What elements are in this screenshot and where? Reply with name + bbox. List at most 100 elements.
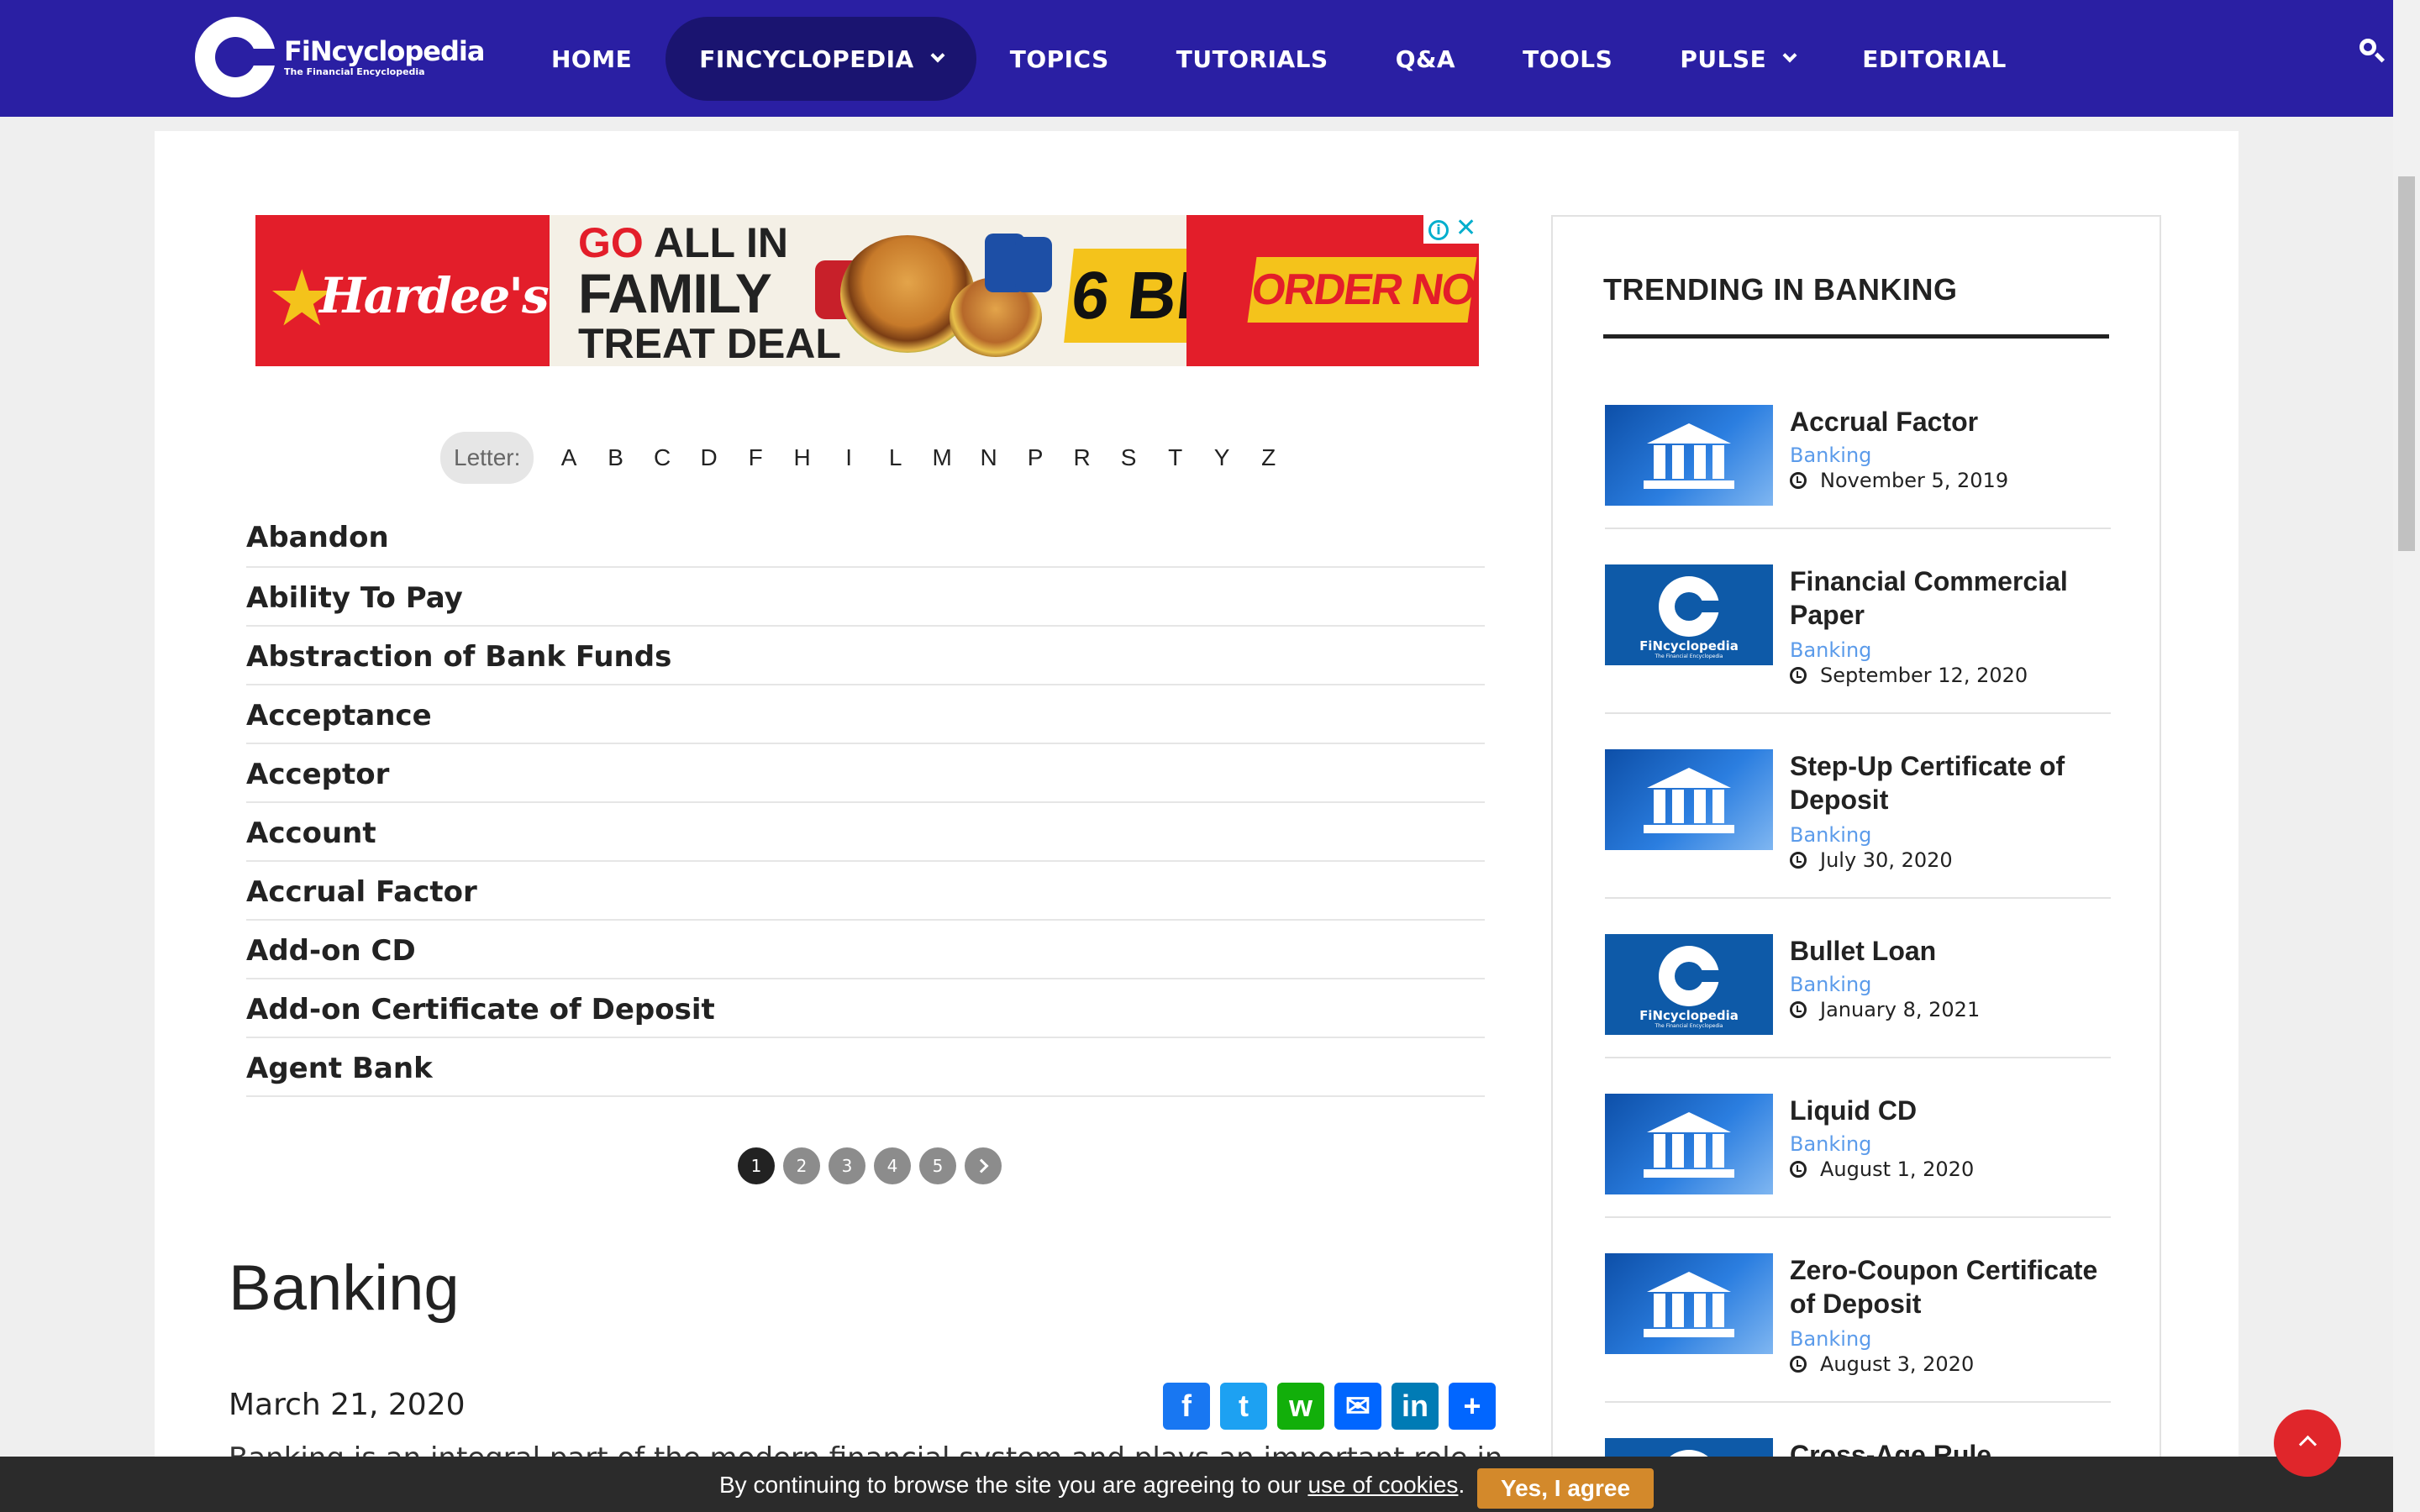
letter-filter-d[interactable]: D [686,444,733,471]
nav-item-tools[interactable]: TOOLS [1489,17,1646,101]
letter-filter-y[interactable]: Y [1198,444,1245,471]
cookie-policy-link[interactable]: use of cookies [1307,1472,1458,1498]
page-button-3[interactable]: 3 [829,1147,865,1184]
trending-category[interactable]: Banking [1790,1132,1871,1156]
info-icon[interactable]: i [1428,220,1449,240]
trending-category[interactable]: Banking [1790,973,1871,996]
trending-item[interactable]: Step-Up Certificate of Deposit Banking Jul… [1605,749,2111,899]
glossary-item[interactable]: Abstraction of Bank Funds [246,627,1485,685]
trending-title[interactable]: Financial Commercial Paper [1790,564,2118,632]
bank-column [1712,1294,1724,1327]
trending-date-text: August 1, 2020 [1820,1158,1975,1181]
letter-filter-b[interactable]: B [592,444,639,471]
glossary-item[interactable]: Ability To Pay [246,568,1485,627]
linkedin-share-icon[interactable]: in [1392,1383,1439,1430]
glossary-item[interactable]: Add-on Certificate of Deposit [246,979,1485,1038]
nav-item-label: TUTORIALS [1176,45,1328,73]
nav-item-home[interactable]: HOME [518,17,666,101]
ad-order-button[interactable]: ORDER NOW [1247,257,1479,323]
trending-date: September 12, 2020 [1790,664,2028,687]
trending-title[interactable]: Bullet Loan [1790,934,2118,968]
trending-date-text: November 5, 2019 [1820,469,2009,492]
glossary-item[interactable]: Abandon [246,507,1485,568]
nav-item-pulse[interactable]: PULSE [1646,17,1828,101]
bank-column [1694,1134,1706,1168]
scrollbar-thumb[interactable] [2398,176,2415,551]
search-icon[interactable] [2358,37,2386,66]
letter-filter-l[interactable]: L [872,444,919,471]
trending-title[interactable]: Accrual Factor [1790,405,2118,438]
close-icon[interactable]: ✕ [1455,216,1476,241]
page-button-2[interactable]: 2 [783,1147,820,1184]
back-to-top-button[interactable] [2274,1410,2341,1477]
bank-building-icon [1605,405,1773,506]
trending-item[interactable]: Accrual Factor Banking November 5, 2019 [1605,405,2111,529]
glossary-item[interactable]: Acceptor [246,744,1485,803]
trending-item[interactable]: FiNcyclopedia The Financial Encyclopedia B… [1605,934,2111,1058]
letter-filter-m[interactable]: M [918,444,965,471]
chevron-down-icon [1782,48,1797,63]
cookie-bar: By continuing to browse the site you are… [0,1457,2393,1512]
share-share-icon[interactable]: + [1449,1383,1496,1430]
letter-filter: Letter: ABCDFHILMNPRSTYZ [440,432,1292,484]
letter-filter-h[interactable]: H [779,444,826,471]
cookie-accept-button[interactable]: Yes, I agree [1477,1468,1654,1509]
bank-column [1672,1294,1684,1327]
glossary-item[interactable]: Agent Bank [246,1038,1485,1097]
letter-filter-r[interactable]: R [1059,444,1106,471]
nav-item-fincyclopedia[interactable]: FINCYCLOPEDIA [666,17,976,101]
letter-filter-z[interactable]: Z [1245,444,1292,471]
trending-item[interactable]: Liquid CD Banking August 1, 2020 [1605,1094,2111,1218]
trending-title[interactable]: Zero-Coupon Certificate of Deposit [1790,1253,2118,1320]
page-button-4[interactable]: 4 [874,1147,911,1184]
whatsapp-share-icon[interactable]: w [1277,1383,1324,1430]
next-page-button[interactable] [965,1147,1002,1184]
trending-item[interactable]: FiNcyclopedia The Financial Encyclopedia F… [1605,564,2111,714]
glossary-item[interactable]: Account [246,803,1485,862]
glossary-item[interactable]: Acceptance [246,685,1485,744]
nav-item-topics[interactable]: TOPICS [976,17,1143,101]
page-button-1[interactable]: 1 [738,1147,775,1184]
facebook-share-icon[interactable]: f [1163,1383,1210,1430]
page-scrollbar[interactable] [2393,0,2420,1512]
food-image [790,227,1092,361]
bank-building-icon [1605,1094,1773,1194]
trending-category[interactable]: Banking [1790,444,1871,467]
site-logo[interactable]: FiNcyclopedia The Financial Encyclopedia [195,17,485,97]
letter-filter-c[interactable]: C [639,444,686,471]
trending-category[interactable]: Banking [1790,1327,1871,1351]
clock-icon [1790,1356,1807,1373]
letter-filter-f[interactable]: F [732,444,779,471]
glossary-item[interactable]: Add-on CD [246,921,1485,979]
letter-filter-i[interactable]: I [825,444,872,471]
trending-date: July 30, 2020 [1790,848,1953,872]
trending-category[interactable]: Banking [1790,823,1871,847]
page-button-5[interactable]: 5 [919,1147,956,1184]
nav-item-label: EDITORIAL [1862,45,2007,73]
nav-item-q-a[interactable]: Q&A [1362,17,1489,101]
letter-filter-s[interactable]: S [1105,444,1152,471]
nav-item-editorial[interactable]: EDITORIAL [1828,17,2040,101]
trending-item[interactable]: Zero-Coupon Certificate of Deposit Bankin… [1605,1253,2111,1403]
ad-banner[interactable]: ★ Hardee's GO ALL IN FAMILY TREAT DEAL 6… [255,215,1479,366]
article-title: Banking [229,1252,460,1324]
nav-item-label: PULSE [1680,45,1767,73]
trending-title[interactable]: Liquid CD [1790,1094,2118,1127]
letter-filter-n[interactable]: N [965,444,1013,471]
nav-item-tutorials[interactable]: TUTORIALS [1143,17,1362,101]
letter-filter-p[interactable]: P [1012,444,1059,471]
letter-filter-t[interactable]: T [1152,444,1199,471]
bank-building-icon [1605,1253,1773,1354]
fincyclopedia-logo-icon: FiNcyclopediaThe Financial Encyclopedia [1605,564,1773,665]
letter-filter-a[interactable]: A [545,444,592,471]
email-share-icon[interactable]: ✉ [1334,1383,1381,1430]
bank-roof [1647,768,1731,788]
chevron-down-icon [930,48,945,63]
twitter-share-icon[interactable]: t [1220,1383,1267,1430]
ad-choices[interactable]: i ✕ [1423,215,1481,244]
clock-icon [1790,1161,1807,1178]
thumb-tagline: The Financial Encyclopedia [1655,654,1723,659]
glossary-item[interactable]: Accrual Factor [246,862,1485,921]
trending-category[interactable]: Banking [1790,638,1871,662]
trending-title[interactable]: Step-Up Certificate of Deposit [1790,749,2118,816]
